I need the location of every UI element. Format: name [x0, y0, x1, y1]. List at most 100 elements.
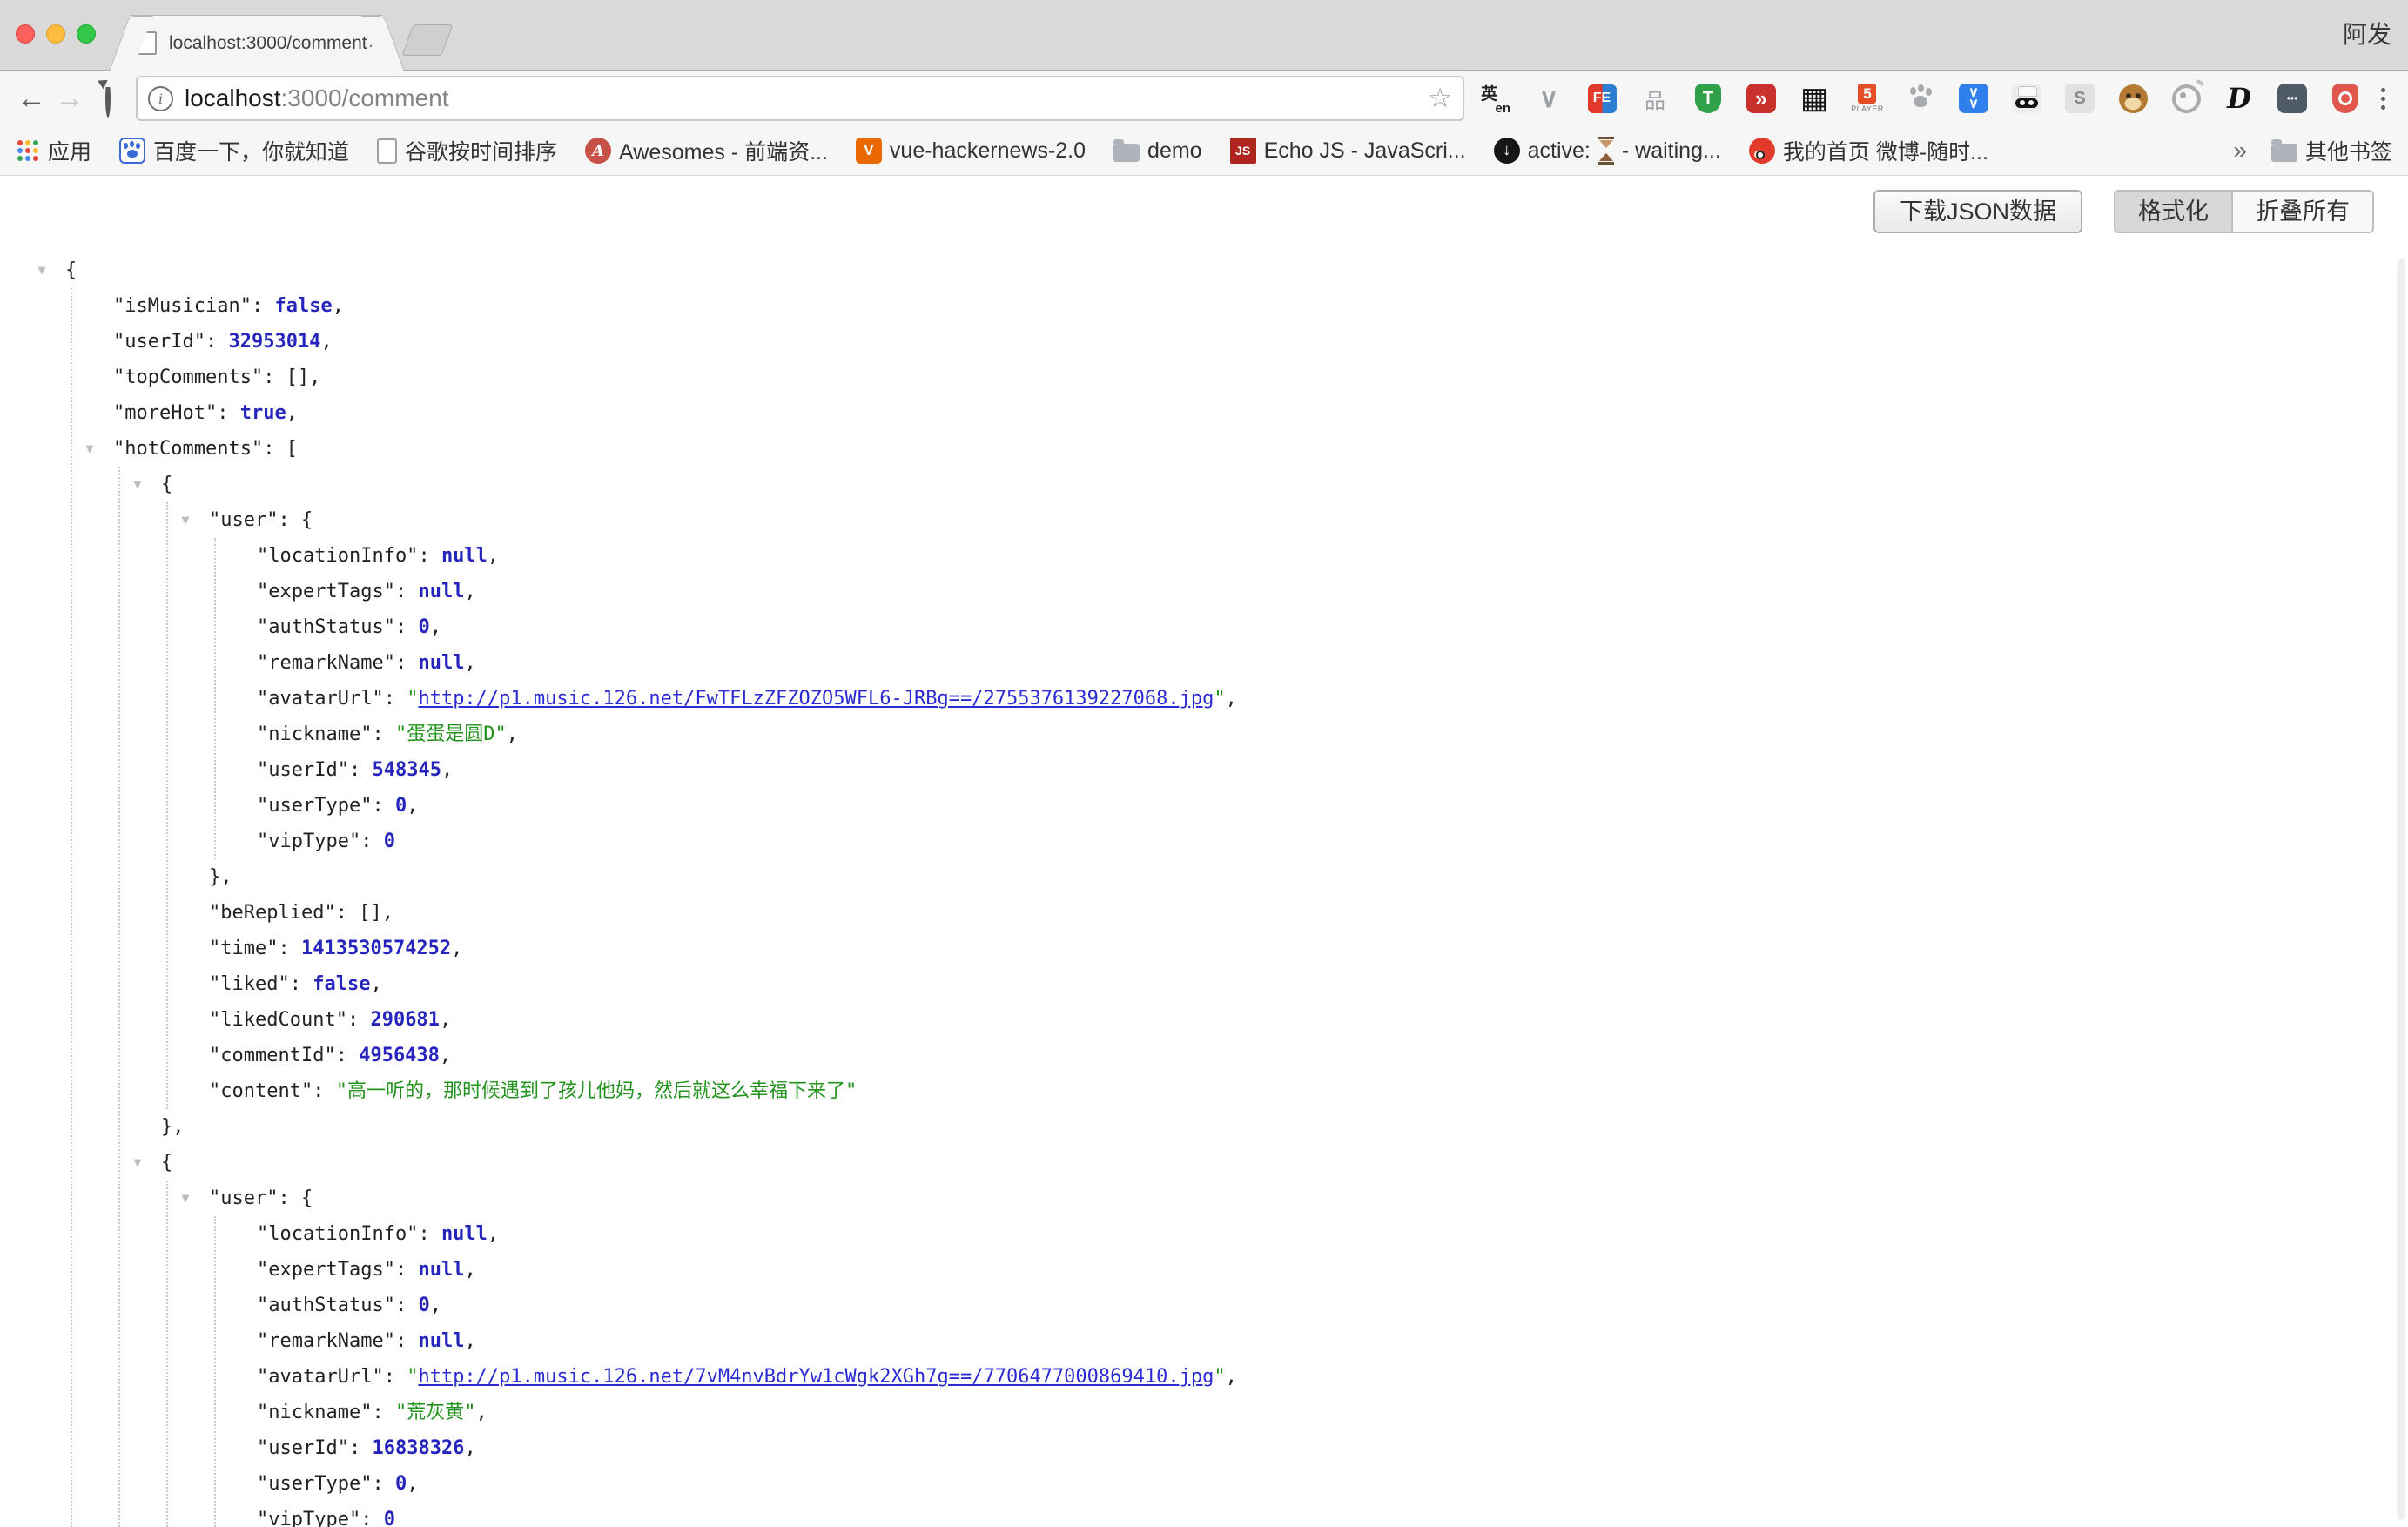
collapse-arrow-icon[interactable]: ▼ — [176, 1181, 195, 1216]
json-token: "likedCount" — [209, 1009, 347, 1031]
html5-player-extension-icon[interactable]: 5PLAYER — [1850, 81, 1885, 116]
vue-devtools-extension-icon[interactable]: ∨ — [1531, 81, 1566, 116]
page-content: 下载JSON数据 格式化 折叠所有 ▼{"isMusician": false,… — [0, 176, 2408, 1527]
json-token: null — [441, 1223, 488, 1245]
json-token: : — [384, 1366, 407, 1388]
download-json-button[interactable]: 下载JSON数据 — [1873, 190, 2082, 233]
browser-tab[interactable]: localhost:3000/comment × — [131, 15, 383, 71]
json-token: : { — [278, 509, 313, 531]
collapse-arrow-icon[interactable]: ▼ — [32, 252, 51, 288]
bookmark-item[interactable]: Vvue-hackernews-2.0 — [856, 138, 1086, 164]
json-token: : — [313, 1080, 336, 1102]
collapse-arrow-icon[interactable]: ▼ — [80, 431, 99, 467]
bookmark-label: demo — [1147, 138, 1202, 164]
other-bookmarks-folder[interactable]: 其他书签 — [2271, 135, 2392, 166]
bookmark-item[interactable]: 应用 — [16, 135, 91, 166]
json-token: 0 — [418, 1295, 429, 1316]
avatar-url-link[interactable]: http://p1.music.126.net/FwTFLzZFZOZO5WFL… — [418, 688, 1214, 710]
json-line: "avatarUrl": "http://p1.music.126.net/7v… — [0, 1359, 2408, 1395]
s-extension-icon[interactable]: S — [2062, 81, 2097, 116]
bookmarks-overflow-chevron[interactable]: » — [2233, 137, 2247, 165]
baidu-icon — [119, 138, 145, 164]
json-token: }, — [161, 1116, 185, 1138]
json-token: 0 — [384, 831, 395, 852]
json-token: , — [370, 973, 381, 995]
qr-code-extension-icon[interactable]: ▦ — [1797, 81, 1832, 116]
json-token: "userId" — [113, 331, 205, 353]
json-token: : — [372, 795, 395, 817]
scrollbar[interactable] — [2397, 259, 2405, 1520]
dots-extension-icon[interactable]: ••• — [2275, 81, 2310, 116]
tampermonkey-extension-icon[interactable]: T — [1691, 81, 1725, 116]
fe-extension-icon[interactable]: FE — [1584, 81, 1619, 116]
json-token: : — [418, 1223, 441, 1245]
reload-icon — [105, 79, 111, 118]
indent-guide — [214, 1216, 216, 1527]
bookmark-item[interactable]: 我的首页 微博-随时... — [1749, 135, 1988, 166]
json-token: null — [441, 545, 488, 567]
page-buttons: 下载JSON数据 格式化 折叠所有 — [1873, 190, 2374, 233]
bookmark-item[interactable]: AAwesomes - 前端资... — [585, 135, 828, 166]
format-button[interactable]: 格式化 — [2115, 192, 2233, 232]
json-token: "authStatus" — [257, 616, 395, 638]
bookmark-star-icon[interactable]: ☆ — [1428, 83, 1452, 114]
json-line: "topComments": [], — [0, 360, 2408, 395]
json-line: "nickname": "蛋蛋是圆D", — [0, 716, 2408, 752]
bookmark-item[interactable]: JSEcho JS - JavaScri... — [1230, 138, 1466, 164]
close-window-button[interactable] — [16, 24, 35, 44]
json-viewer: ▼{"isMusician": false,"userId": 32953014… — [0, 252, 2408, 1527]
sitemap-extension-icon[interactable]: 品 — [1638, 81, 1672, 116]
address-bar[interactable]: localhost:3000/comment ☆ — [136, 76, 1464, 121]
json-token: null — [418, 581, 464, 602]
bookmark-item[interactable]: ↓active:- waiting... — [1494, 137, 1721, 165]
tab-close-button[interactable]: × — [367, 31, 381, 56]
vue-icon: V — [856, 138, 882, 164]
json-token: : — [395, 1295, 419, 1316]
json-token: 548345 — [372, 759, 441, 781]
json-token: "time" — [209, 938, 278, 959]
collapse-all-button[interactable]: 折叠所有 — [2233, 192, 2372, 232]
site-info-icon[interactable] — [148, 86, 173, 111]
json-line: "remarkName": null, — [0, 645, 2408, 681]
bookmark-item[interactable]: demo — [1113, 138, 1202, 164]
json-line: ▼"user": { — [0, 502, 2408, 538]
fast-forward-extension-icon[interactable]: » — [1744, 81, 1779, 116]
bookmark-item[interactable]: 谷歌按时间排序 — [377, 135, 557, 166]
json-token: "蛋蛋是圆D" — [395, 723, 507, 745]
url-text[interactable]: localhost:3000/comment — [185, 84, 449, 112]
new-tab-button[interactable] — [401, 24, 453, 56]
back-button[interactable]: ← — [12, 71, 50, 126]
d-script-extension-icon[interactable]: D — [2222, 81, 2257, 116]
json-token: , — [440, 1009, 451, 1031]
reload-button[interactable] — [89, 71, 127, 126]
profile-name[interactable]: 阿发 — [2343, 0, 2391, 66]
zoom-window-button[interactable] — [77, 24, 96, 44]
paw-extension-icon[interactable] — [1903, 81, 1938, 116]
json-token: : — [418, 545, 441, 567]
json-line: "moreHot": true, — [0, 395, 2408, 431]
json-token: : [ — [263, 438, 298, 460]
translate-extension-icon[interactable]: 英en — [1478, 81, 1513, 116]
indent-guide — [166, 502, 168, 1109]
bookmark-item[interactable]: 百度一下，你就知道 — [119, 135, 349, 166]
json-token: : — [395, 1330, 419, 1352]
weibo-gray-extension-icon[interactable] — [2169, 81, 2203, 116]
monkey-extension-icon[interactable] — [2115, 81, 2150, 116]
json-token: : — [395, 1259, 419, 1281]
minimize-window-button[interactable] — [46, 24, 65, 44]
url-host: localhost — [185, 84, 281, 111]
browser-menu-button[interactable] — [2368, 88, 2398, 110]
json-token: : { — [278, 1187, 313, 1209]
json-line: "authStatus": 0, — [0, 609, 2408, 645]
mask-extension-icon[interactable] — [2009, 81, 2044, 116]
red-shield-extension-icon[interactable] — [2328, 81, 2363, 116]
json-line: "authStatus": 0, — [0, 1288, 2408, 1323]
double-chevron-extension-icon[interactable]: ∨∨ — [1956, 81, 1991, 116]
collapse-arrow-icon[interactable]: ▼ — [128, 1145, 147, 1181]
avatar-url-link[interactable]: http://p1.music.126.net/7vM4nvBdrYw1cWgk… — [418, 1366, 1214, 1388]
collapse-arrow-icon[interactable]: ▼ — [128, 467, 147, 502]
collapse-arrow-icon[interactable]: ▼ — [176, 502, 195, 538]
json-token: "avatarUrl" — [257, 1366, 384, 1388]
json-token: "authStatus" — [257, 1295, 395, 1316]
json-token: : — [217, 402, 240, 424]
